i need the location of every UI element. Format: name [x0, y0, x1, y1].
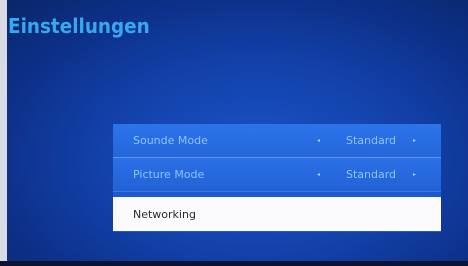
menu-item-label: Picture Mode — [133, 168, 205, 181]
menu-item-networking[interactable]: Networking — [113, 197, 441, 231]
tv-bezel-left — [0, 0, 7, 266]
menu-item-label: Networking — [133, 207, 196, 221]
arrow-right-icon[interactable]: ▸ — [413, 137, 416, 144]
arrow-right-icon[interactable]: ▸ — [413, 171, 416, 178]
menu-item-picture-mode[interactable]: Picture Mode ◂ Standard ▸ — [113, 158, 441, 192]
arrow-left-icon[interactable]: ◂ — [317, 137, 320, 144]
menu-item-sound-mode[interactable]: Sounde Mode ◂ Standard ▸ — [113, 124, 441, 158]
tv-bezel-bottom — [0, 261, 468, 266]
screen-title: Einstellungen — [8, 14, 150, 38]
menu-item-value: Standard — [346, 168, 397, 181]
menu-item-label: Sounde Mode — [133, 134, 208, 147]
menu-item-value: Standard — [346, 134, 397, 147]
settings-menu: Sounde Mode ◂ Standard ▸ Picture Mode ◂ … — [113, 124, 441, 232]
arrow-left-icon[interactable]: ◂ — [317, 171, 320, 178]
